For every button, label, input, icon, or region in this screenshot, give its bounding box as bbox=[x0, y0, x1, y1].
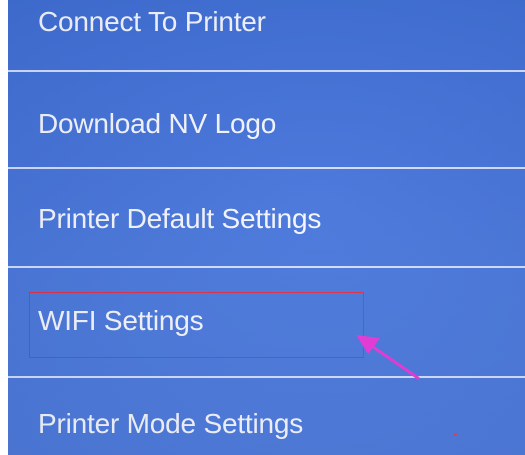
menu-item-connect-to-printer[interactable]: Connect To Printer bbox=[8, 0, 525, 70]
menu-item-printer-mode-settings[interactable]: Printer Mode Settings bbox=[8, 378, 525, 455]
pointer-arrow-icon bbox=[356, 335, 420, 380]
screen-speck bbox=[454, 433, 457, 436]
printer-settings-screen: Connect To Printer Download NV Logo Prin… bbox=[8, 0, 525, 455]
menu-item-label: Printer Mode Settings bbox=[38, 408, 304, 439]
menu-item-label: Printer Default Settings bbox=[38, 203, 322, 234]
menu-item-printer-default-settings[interactable]: Printer Default Settings bbox=[8, 169, 525, 266]
menu-item-download-nv-logo[interactable]: Download NV Logo bbox=[8, 72, 525, 167]
highlight-box bbox=[29, 292, 364, 358]
menu-item-label: Download NV Logo bbox=[38, 108, 277, 139]
menu-item-label: Connect To Printer bbox=[38, 6, 266, 37]
